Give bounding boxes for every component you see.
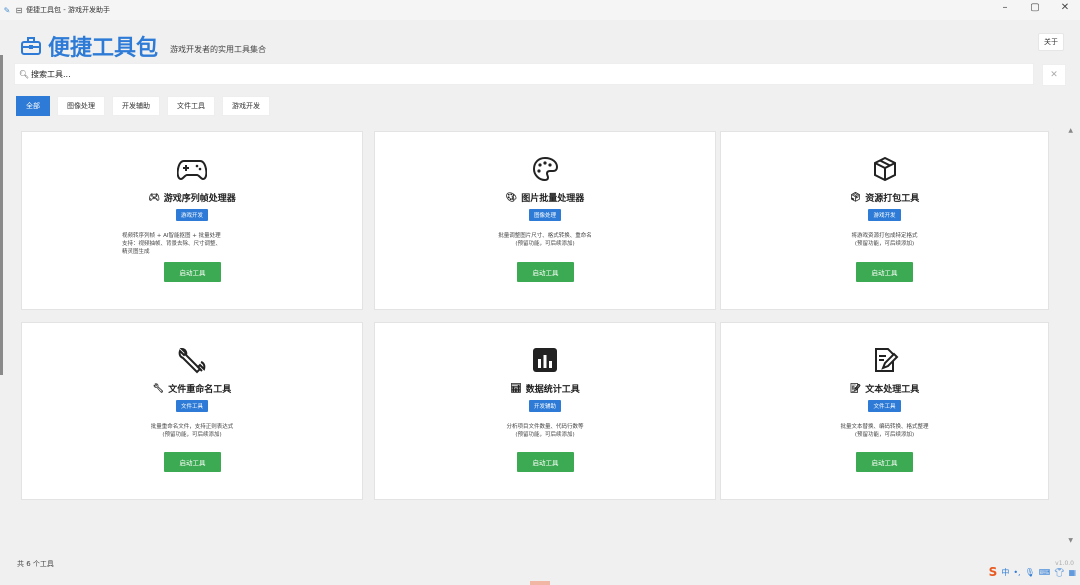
tool-name: 游戏序列帧处理器 (163, 194, 236, 204)
grid-icon[interactable]: ▦ (1068, 568, 1076, 577)
start-tool-button[interactable]: 启动工具 (856, 262, 913, 282)
system-tray: S 中 •, 🎙︎ ⌨︎ 👕︎ ▦ (989, 565, 1076, 579)
tool-card: 📊︎ 数据统计工具 开发辅助 分析项目文件数量、代码行数等 (预留功能，可后续添… (374, 322, 716, 500)
tool-tag: 图像处理 (528, 209, 561, 221)
scroll-up-arrow[interactable]: ▲ (1068, 127, 1073, 134)
gamepad-icon (177, 154, 207, 184)
tool-description: 将游戏资源打包成特定格式 (预留功能，可后续添加) (851, 233, 918, 247)
wrench-icon (177, 345, 207, 375)
input-language[interactable]: 中 (1001, 567, 1009, 578)
tool-description: 分析项目文件数量、代码行数等 (预留功能，可后续添加) (506, 424, 584, 438)
scroll-down-arrow[interactable]: ▼ (1068, 537, 1073, 544)
title-bar: ✎ ⊟ 便捷工具包 - 游戏开发助手 – ▢ ✕ (0, 0, 1080, 20)
ime-icon[interactable]: S (989, 565, 998, 579)
window-title: 便捷工具包 - 游戏开发助手 (26, 6, 110, 14)
document-edit-icon (870, 345, 900, 375)
package-icon (870, 154, 900, 184)
search-input[interactable]: 搜索工具... (31, 69, 71, 80)
tool-card: 🎨︎ 图片批量处理器 图像处理 批量调整图片尺寸、格式转换、重命名 (预留功能，… (374, 131, 716, 310)
palette-small-icon: 🎨︎ (505, 192, 518, 203)
tool-description: 视频转序列帧 + AI智能抠图 + 批量处理 支持：视频抽帧、背景去除、尺寸调整… (122, 233, 222, 255)
gamepad-small-icon: 🎮︎ (148, 192, 160, 203)
page-title: 便捷工具包 (48, 36, 159, 61)
left-edge-bar (0, 55, 3, 375)
keyboard-icon[interactable]: ⌨︎ (1039, 568, 1051, 577)
tab-file[interactable]: 文件工具 (167, 96, 215, 116)
tool-tag: 游戏开发 (868, 209, 901, 221)
chart-small-icon: 📊︎ (510, 383, 522, 394)
microphone-icon[interactable]: 🎙︎ (1025, 568, 1035, 577)
tool-description: 批量重命名文件，支持正则表达式 (预留功能，可后续添加) (150, 424, 234, 438)
tool-tag: 开发辅助 (528, 400, 561, 412)
bar-chart-icon (530, 345, 560, 375)
tool-name: 资源打包工具 (865, 194, 920, 204)
tool-card: 🎮︎ 游戏序列帧处理器 游戏开发 视频转序列帧 + AI智能抠图 + 批量处理 … (21, 131, 363, 310)
palette-icon (530, 154, 560, 184)
start-tool-button[interactable]: 启动工具 (164, 452, 221, 472)
tool-description: 批量文本替换、编码转换、格式整理 (预留功能，可后续添加) (840, 424, 929, 438)
tool-tag: 文件工具 (868, 400, 901, 412)
tool-name: 图片批量处理器 (521, 194, 585, 204)
toolbox-small-icon: ⊟ (15, 5, 23, 15)
package-small-icon: 📦︎ (849, 192, 862, 203)
start-tool-button[interactable]: 启动工具 (164, 262, 221, 282)
skin-icon[interactable]: 👕︎ (1054, 568, 1064, 577)
tab-image[interactable]: 图像处理 (57, 96, 105, 116)
tool-description: 批量调整图片尺寸、格式转换、重命名 (预留功能，可后续添加) (498, 233, 592, 247)
about-button[interactable]: 关于 (1038, 33, 1064, 51)
tool-tag: 游戏开发 (175, 209, 208, 221)
clear-search-button[interactable]: ✕ (1042, 64, 1066, 86)
tab-dev[interactable]: 开发辅助 (112, 96, 160, 116)
tool-count: 共 6 个工具 (17, 560, 54, 568)
app-header: 便捷工具包 游戏开发者的实用工具集合 (18, 30, 266, 62)
tab-game[interactable]: 游戏开发 (222, 96, 270, 116)
search-icon: 🔍︎ (18, 69, 30, 79)
wrench-small-icon: 🔧︎ (152, 383, 165, 394)
tab-all[interactable]: 全部 (16, 96, 50, 116)
start-tool-button[interactable]: 启动工具 (517, 452, 574, 472)
page-subtitle: 游戏开发者的实用工具集合 (170, 44, 267, 54)
minimize-button[interactable]: – (998, 2, 1012, 13)
close-button[interactable]: ✕ (1058, 2, 1072, 13)
tool-grid: 🎮︎ 游戏序列帧处理器 游戏开发 视频转序列帧 + AI智能抠图 + 批量处理 … (21, 131, 1049, 503)
tool-tag: 文件工具 (175, 400, 208, 412)
tool-card: 🔧︎ 文件重命名工具 文件工具 批量重命名文件，支持正则表达式 (预留功能，可后… (21, 322, 363, 500)
toolbox-icon (18, 33, 44, 59)
tool-name: 文本处理工具 (865, 385, 920, 395)
maximize-button[interactable]: ▢ (1028, 2, 1042, 13)
category-tabs: 全部 图像处理 开发辅助 文件工具 游戏开发 (16, 96, 270, 116)
tool-name: 数据统计工具 (525, 385, 580, 395)
start-tool-button[interactable]: 启动工具 (856, 452, 913, 472)
punctuation-icon[interactable]: •, (1013, 568, 1020, 577)
start-tool-button[interactable]: 启动工具 (517, 262, 574, 282)
taskbar-indicator (530, 581, 550, 585)
document-small-icon: 📝︎ (849, 383, 862, 394)
feather-icon: ✎ (3, 5, 11, 15)
search-bar[interactable]: 🔍︎ 搜索工具... (14, 63, 1034, 85)
tool-card: 📦︎ 资源打包工具 游戏开发 将游戏资源打包成特定格式 (预留功能，可后续添加)… (720, 131, 1049, 310)
tool-card: 📝︎ 文本处理工具 文件工具 批量文本替换、编码转换、格式整理 (预留功能，可后… (720, 322, 1049, 500)
tool-name: 文件重命名工具 (168, 385, 232, 395)
